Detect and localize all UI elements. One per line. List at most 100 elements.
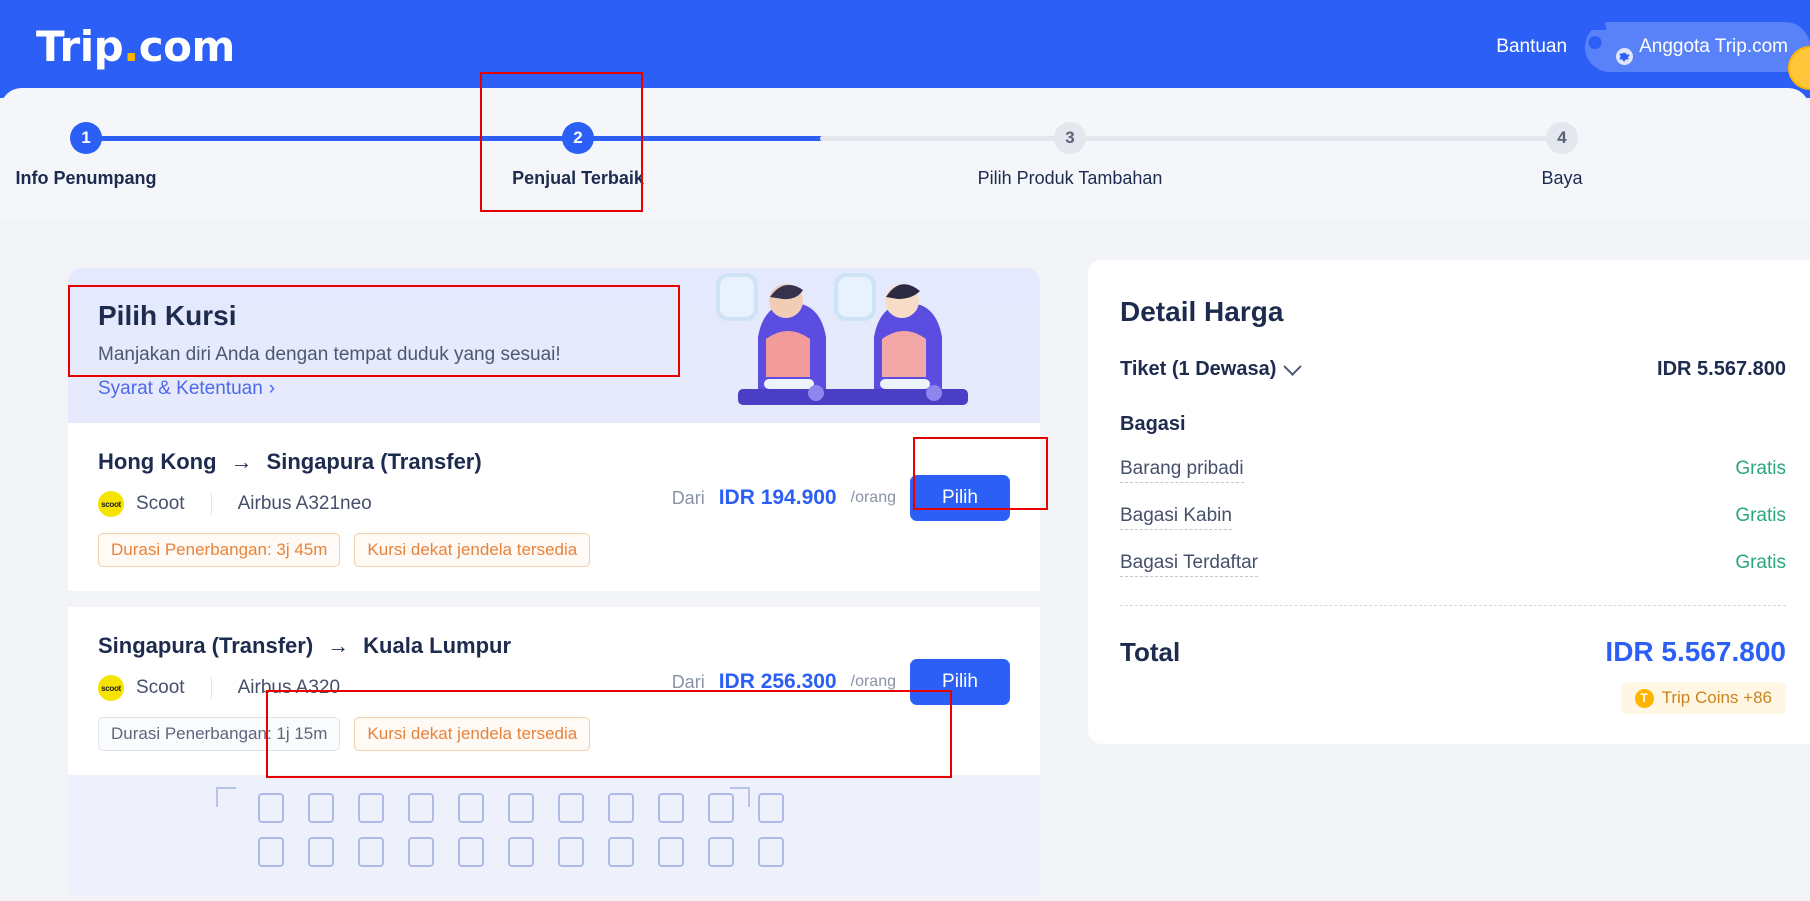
stepper-track-4 bbox=[1070, 136, 1560, 141]
flight-origin: Singapura (Transfer) bbox=[98, 633, 314, 658]
flight-destination: Singapura (Transfer) bbox=[266, 449, 482, 474]
price-and-action: Dari IDR 256.300 /orang Pilih bbox=[672, 659, 1010, 705]
seat-cell[interactable] bbox=[758, 793, 784, 823]
seat-cell[interactable] bbox=[558, 793, 584, 823]
terms-and-conditions-link[interactable]: Syarat & Ketentuan › bbox=[98, 378, 275, 400]
step-3-label: Pilih Produk Tambahan bbox=[977, 168, 1163, 188]
seat-cell[interactable] bbox=[408, 837, 434, 867]
seat-cell[interactable] bbox=[408, 793, 434, 823]
seat-cell[interactable] bbox=[608, 837, 634, 867]
select-seat-button[interactable]: Pilih bbox=[910, 659, 1010, 705]
step-4-circle: 4 bbox=[1546, 122, 1578, 154]
price-details-panel: Detail Harga Tiket (1 Dewasa) IDR 5.567.… bbox=[1088, 260, 1810, 744]
baggage-row: Bagasi Kabin Gratis bbox=[1120, 505, 1786, 530]
seat-row bbox=[258, 837, 784, 867]
baggage-item-name[interactable]: Barang pribadi bbox=[1120, 458, 1244, 483]
airline-name: Scoot bbox=[136, 493, 185, 514]
step-1-circle: 1 bbox=[70, 122, 102, 154]
seat-selection-column: Pilih Kursi Manjakan diri Anda dengan te… bbox=[68, 268, 1040, 895]
seat-cell[interactable] bbox=[558, 837, 584, 867]
step-1-label: Info Penumpang bbox=[15, 168, 157, 188]
seat-cell[interactable] bbox=[308, 837, 334, 867]
logo-dot: . bbox=[123, 22, 139, 71]
baggage-item-value: Gratis bbox=[1735, 505, 1786, 526]
total-label: Total bbox=[1120, 636, 1181, 667]
price-amount: IDR 194.900 bbox=[718, 486, 837, 509]
ticket-label-text: Tiket (1 Dewasa) bbox=[1120, 358, 1277, 380]
stepper-track-2 bbox=[578, 136, 823, 141]
step-4-label: Baya bbox=[1541, 168, 1583, 188]
ticket-row: Tiket (1 Dewasa) IDR 5.567.800 bbox=[1120, 357, 1786, 381]
seat-cell[interactable] bbox=[608, 793, 634, 823]
trip-logo[interactable]: Trip.com bbox=[36, 22, 235, 71]
price-prefix: Dari bbox=[671, 487, 705, 508]
seat-cell[interactable] bbox=[658, 793, 684, 823]
price-unit: /orang bbox=[850, 489, 896, 506]
trip-coins-label: Trip Coins +86 bbox=[1661, 688, 1772, 707]
member-label: Anggota Trip.com bbox=[1639, 36, 1788, 57]
airline-name: Scoot bbox=[136, 677, 185, 698]
seat-cell[interactable] bbox=[308, 793, 334, 823]
stepper-step-4[interactable]: 4 Baya bbox=[1462, 122, 1662, 189]
seat-cell[interactable] bbox=[358, 837, 384, 867]
price-panel-title: Detail Harga bbox=[1120, 296, 1284, 327]
header-right-group: Bantuan Anggota Trip.com bbox=[1496, 17, 1810, 90]
flight-option-card: Hong Kong → Singapura (Transfer) scoot S… bbox=[68, 423, 1040, 591]
seat-cell[interactable] bbox=[708, 793, 734, 823]
flight-route: Hong Kong → Singapura (Transfer) bbox=[98, 449, 1010, 475]
chevron-right-icon: › bbox=[268, 378, 276, 399]
baggage-row: Barang pribadi Gratis bbox=[1120, 458, 1786, 483]
member-account-button[interactable]: Anggota Trip.com bbox=[1584, 17, 1810, 72]
seat-map-preview[interactable] bbox=[68, 775, 1040, 895]
help-link[interactable]: Bantuan bbox=[1496, 36, 1567, 58]
panel-divider bbox=[1120, 605, 1786, 606]
seat-cell[interactable] bbox=[658, 837, 684, 867]
baggage-item-name[interactable]: Bagasi Kabin bbox=[1120, 505, 1232, 530]
trip-coins-row: T Trip Coins +86 bbox=[1120, 682, 1786, 714]
flight-option-card: Singapura (Transfer) → Kuala Lumpur scoo… bbox=[68, 607, 1040, 775]
step-3-circle: 3 bbox=[1054, 122, 1086, 154]
step-2-label: Penjual Terbaik bbox=[512, 168, 644, 188]
flight-origin: Hong Kong bbox=[98, 449, 217, 474]
stepper-step-2[interactable]: 2 Penjual Terbaik bbox=[478, 122, 678, 189]
terms-label: Syarat & Ketentuan bbox=[98, 378, 263, 399]
seat-cell[interactable] bbox=[458, 793, 484, 823]
trip-coin-icon: T bbox=[1634, 688, 1654, 708]
price-unit: /orang bbox=[850, 673, 896, 690]
seat-cell[interactable] bbox=[758, 837, 784, 867]
seat-cell[interactable] bbox=[458, 837, 484, 867]
main-content: Pilih Kursi Manjakan diri Anda dengan te… bbox=[0, 220, 1810, 901]
arrow-right-icon: → bbox=[230, 449, 253, 474]
divider bbox=[210, 493, 212, 515]
seat-row bbox=[258, 793, 784, 823]
arrow-right-icon: → bbox=[327, 633, 350, 658]
total-row: Total IDR 5.567.800 bbox=[1120, 636, 1786, 668]
ticket-expand-toggle[interactable]: Tiket (1 Dewasa) bbox=[1120, 357, 1303, 381]
ticket-price-value: IDR 5.567.800 bbox=[1657, 358, 1786, 380]
baggage-item-name[interactable]: Bagasi Terdaftar bbox=[1120, 552, 1259, 577]
divider bbox=[210, 677, 212, 699]
seat-cell[interactable] bbox=[508, 793, 534, 823]
flight-destination: Kuala Lumpur bbox=[363, 633, 512, 658]
scoot-logo-icon: scoot bbox=[98, 675, 124, 701]
seat-selection-banner: Pilih Kursi Manjakan diri Anda dengan te… bbox=[68, 268, 1040, 423]
scoot-logo-icon: scoot bbox=[98, 491, 124, 517]
stepper-step-1[interactable]: 1 Info Penumpang bbox=[0, 122, 186, 189]
seat-cell[interactable] bbox=[258, 837, 284, 867]
checkout-stepper: 1 Info Penumpang 2 Penjual Terbaik 3 Pil… bbox=[0, 122, 1810, 222]
avatar bbox=[1584, 17, 1634, 65]
baggage-item-value: Gratis bbox=[1735, 552, 1786, 573]
step-2-circle: 2 bbox=[562, 122, 594, 154]
chevron-down-icon bbox=[1283, 357, 1303, 376]
seat-cell[interactable] bbox=[708, 837, 734, 867]
flight-tags: Durasi Penerbangan: 3j 45m Kursi dekat j… bbox=[98, 533, 1010, 567]
price-prefix: Dari bbox=[671, 671, 705, 692]
select-seat-button[interactable]: Pilih bbox=[910, 475, 1010, 521]
seat-cell[interactable] bbox=[358, 793, 384, 823]
baggage-item-value: Gratis bbox=[1735, 458, 1786, 479]
stepper-step-3[interactable]: 3 Pilih Produk Tambahan bbox=[970, 122, 1170, 189]
seat-cell[interactable] bbox=[508, 837, 534, 867]
price-and-action: Dari IDR 194.900 /orang Pilih bbox=[672, 475, 1010, 521]
seat-grid bbox=[258, 793, 784, 881]
seat-cell[interactable] bbox=[258, 793, 284, 823]
